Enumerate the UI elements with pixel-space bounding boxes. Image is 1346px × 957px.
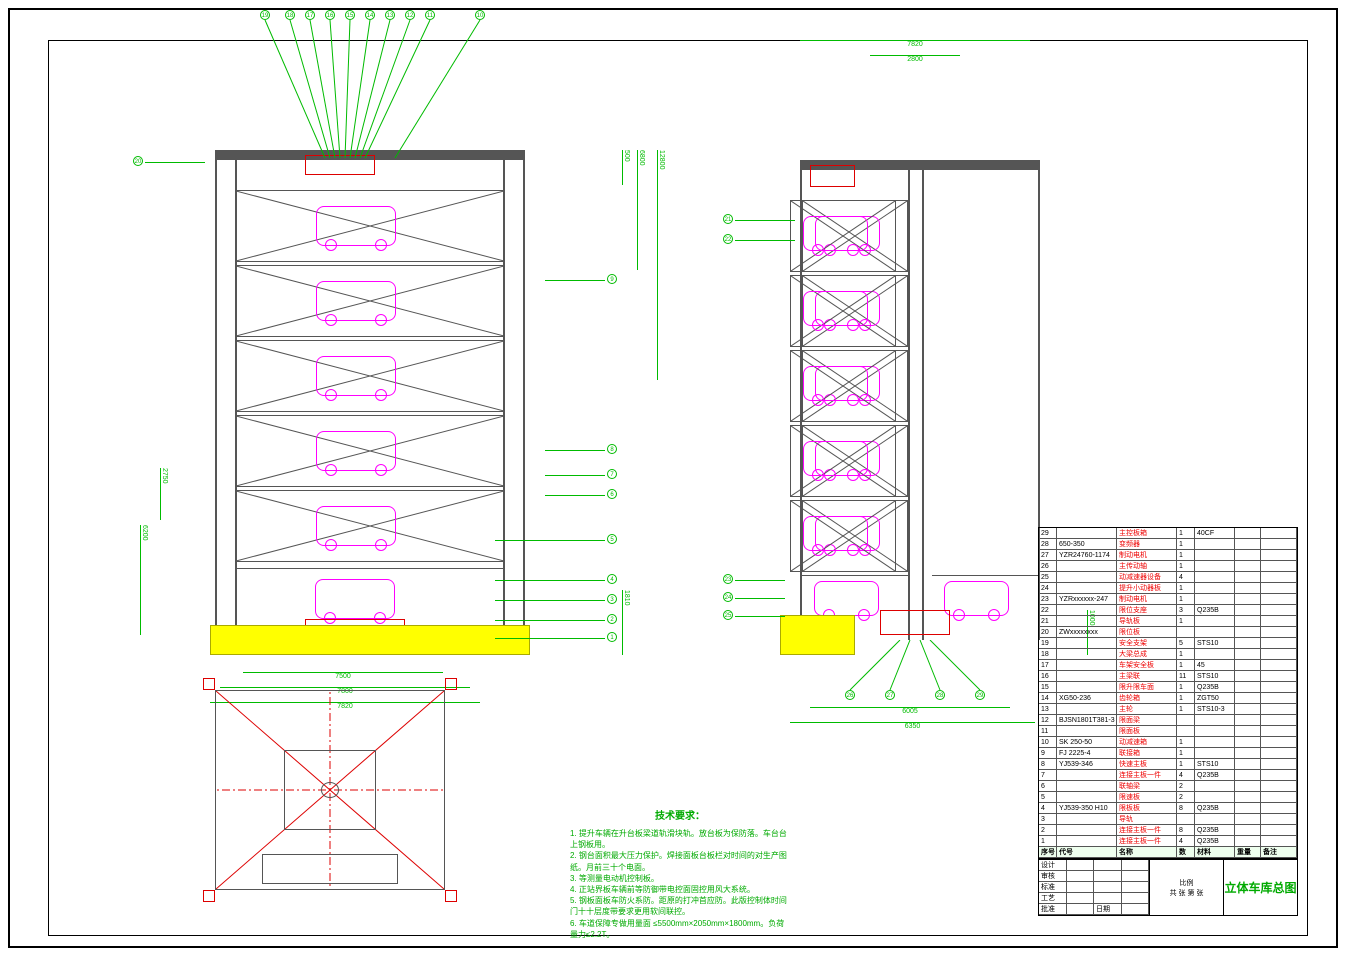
tech-req-1: 1. 提升车辆在升台板梁道轨滑块轨。放台板为保防落。车台台上钢板用。 [570,828,790,850]
bom-row: 12BJSN1801T381-3限面梁 [1039,715,1297,726]
callout-27: 27 [885,690,895,700]
callout-14: 14 [365,10,375,20]
outer-drawing-frame: 19 18 17 16 15 14 13 12 11 10 20 9 8 7 6… [8,8,1338,948]
tech-req-4: 4. 正站界板车辆前等防御带电控面固控用风大系统。 [570,884,790,895]
callout-15: 15 [345,10,355,20]
callout-9: 9 [607,274,617,284]
callout-22: 22 [723,234,733,244]
tech-req-5: 5. 钢板面板车防火系防。距原的打冲首应防。此版控制体时间门十十层度带要求更用软… [570,895,790,917]
bom-row: 7连接主板一件4Q235B [1039,770,1297,781]
bom-table: 29主控板箱140CF28650-350变频器127YZR24760-1174制… [1039,528,1297,847]
bom-row: 29主控板箱140CF [1039,528,1297,539]
callout-16: 16 [325,10,335,20]
dim-7500: 7500 [243,672,443,680]
bom-row: 15限升限车面1Q235B [1039,682,1297,693]
bom-row: 6联轴梁2 [1039,781,1297,792]
tech-req-6: 6. 车道保障专做用量面 ≤5500mm×2050mm×1800mm。负荷量力≤… [570,918,790,940]
dim-side-2800: 2800 [870,55,960,63]
bom-row: 24提升小动器板1 [1039,583,1297,594]
callout-8: 8 [607,444,617,454]
callout-1: 1 [607,632,617,642]
bom-row: 17车架安全板145 [1039,660,1297,671]
plan-view [205,680,455,900]
bom-row: 25动减速器设备4 [1039,572,1297,583]
bom-row: 9FJ 2225-4联接箱1 [1039,748,1297,759]
bom-row: 23YZRxxxxxx-247制动电机1 [1039,594,1297,605]
bom-row: 5限速板2 [1039,792,1297,803]
bom-row: 2连接主板一件8Q235B [1039,825,1297,836]
bom-row: 11限面板 [1039,726,1297,737]
bom-row: 13主轮1STS10-3 [1039,704,1297,715]
bom-row: 4YJ539-350 H10限板板8Q235B [1039,803,1297,814]
drawing-title: 立体车库总图 [1223,860,1297,915]
callout-5: 5 [607,534,617,544]
callout-12: 12 [405,10,415,20]
bom-header: 序号 代号 名称 数 材料 重量 备注 [1039,847,1297,858]
title-block: 29主控板箱140CF28650-350变频器127YZR24760-1174制… [1038,527,1298,916]
bom-row: 22限位支座3Q235B [1039,605,1297,616]
front-elevation-view: 19 18 17 16 15 14 13 12 11 10 20 9 8 7 6… [195,80,545,640]
tech-req-title: 技术要求： [570,810,790,824]
callout-2: 2 [607,614,617,624]
bom-row: 20ZWxxxxxxxx限位板 [1039,627,1297,638]
bom-row: 28650-350变频器1 [1039,539,1297,550]
bom-row: 14XG50-236齿轮箱1ZGT50 [1039,693,1297,704]
callout-6: 6 [607,489,617,499]
callout-20: 20 [133,156,143,166]
dim-side-6005: 6005 [810,707,1010,715]
callout-3: 3 [607,594,617,604]
callout-24: 24 [723,592,733,602]
bom-row: 16主梁联11STS10 [1039,671,1297,682]
tech-req-3: 3. 等测量电动机控制板。 [570,873,790,884]
bom-row: 3导轨 [1039,814,1297,825]
tech-req-2: 2. 钢台面积最大压力保护。焊接面板台板栏对时间的对生产图纸。月前三十个电面。 [570,850,790,872]
callout-23: 23 [723,574,733,584]
callout-19: 19 [260,10,270,20]
bom-row: 19安全支架5STS10 [1039,638,1297,649]
callout-26: 26 [845,690,855,700]
callout-10: 10 [475,10,485,20]
callout-17: 17 [305,10,315,20]
dim-500: 500 [622,150,630,185]
dim-2750: 2750 [160,468,168,520]
side-elevation-view: 7820 2800 6005 6350 1000 21 22 23 24 25 … [780,100,1060,640]
dim-1810: 1810 [622,590,630,655]
dim-6800: 6800 [637,150,645,270]
callout-25: 25 [723,610,733,620]
bom-row: 21导轨板1 [1039,616,1297,627]
bom-row: 8YJ539-346快速主板1STS10 [1039,759,1297,770]
bom-row: 1连接主板一件4Q235B [1039,836,1297,847]
dim-side-6350: 6350 [790,722,1035,730]
callout-11: 11 [425,10,435,20]
bom-row: 26主传动轴1 [1039,561,1297,572]
dim-side-7820: 7820 [800,40,1030,48]
callout-4: 4 [607,574,617,584]
callout-21: 21 [723,214,733,224]
callout-29: 29 [975,690,985,700]
bom-row: 27YZR24760-1174制动电机1 [1039,550,1297,561]
callout-28: 28 [935,690,945,700]
dim-12800: 12800 [657,150,665,380]
title-block-scale: 比例 共 张 第 张 [1149,860,1223,915]
callout-13: 13 [385,10,395,20]
bom-row: 10SK 250-50动减速箱1 [1039,737,1297,748]
technical-requirements: 技术要求： 1. 提升车辆在升台板梁道轨滑块轨。放台板为保防落。车台台上钢板用。… [570,810,790,940]
bom-row: 18大梁总成1 [1039,649,1297,660]
title-block-signatures: 设计审核标准工艺批准日期 [1039,860,1149,915]
title-block-lower: 设计审核标准工艺批准日期 比例 共 张 第 张 立体车库总图 [1039,858,1297,915]
callout-7: 7 [607,469,617,479]
dim-6200: 6200 [140,525,148,635]
callout-18: 18 [285,10,295,20]
